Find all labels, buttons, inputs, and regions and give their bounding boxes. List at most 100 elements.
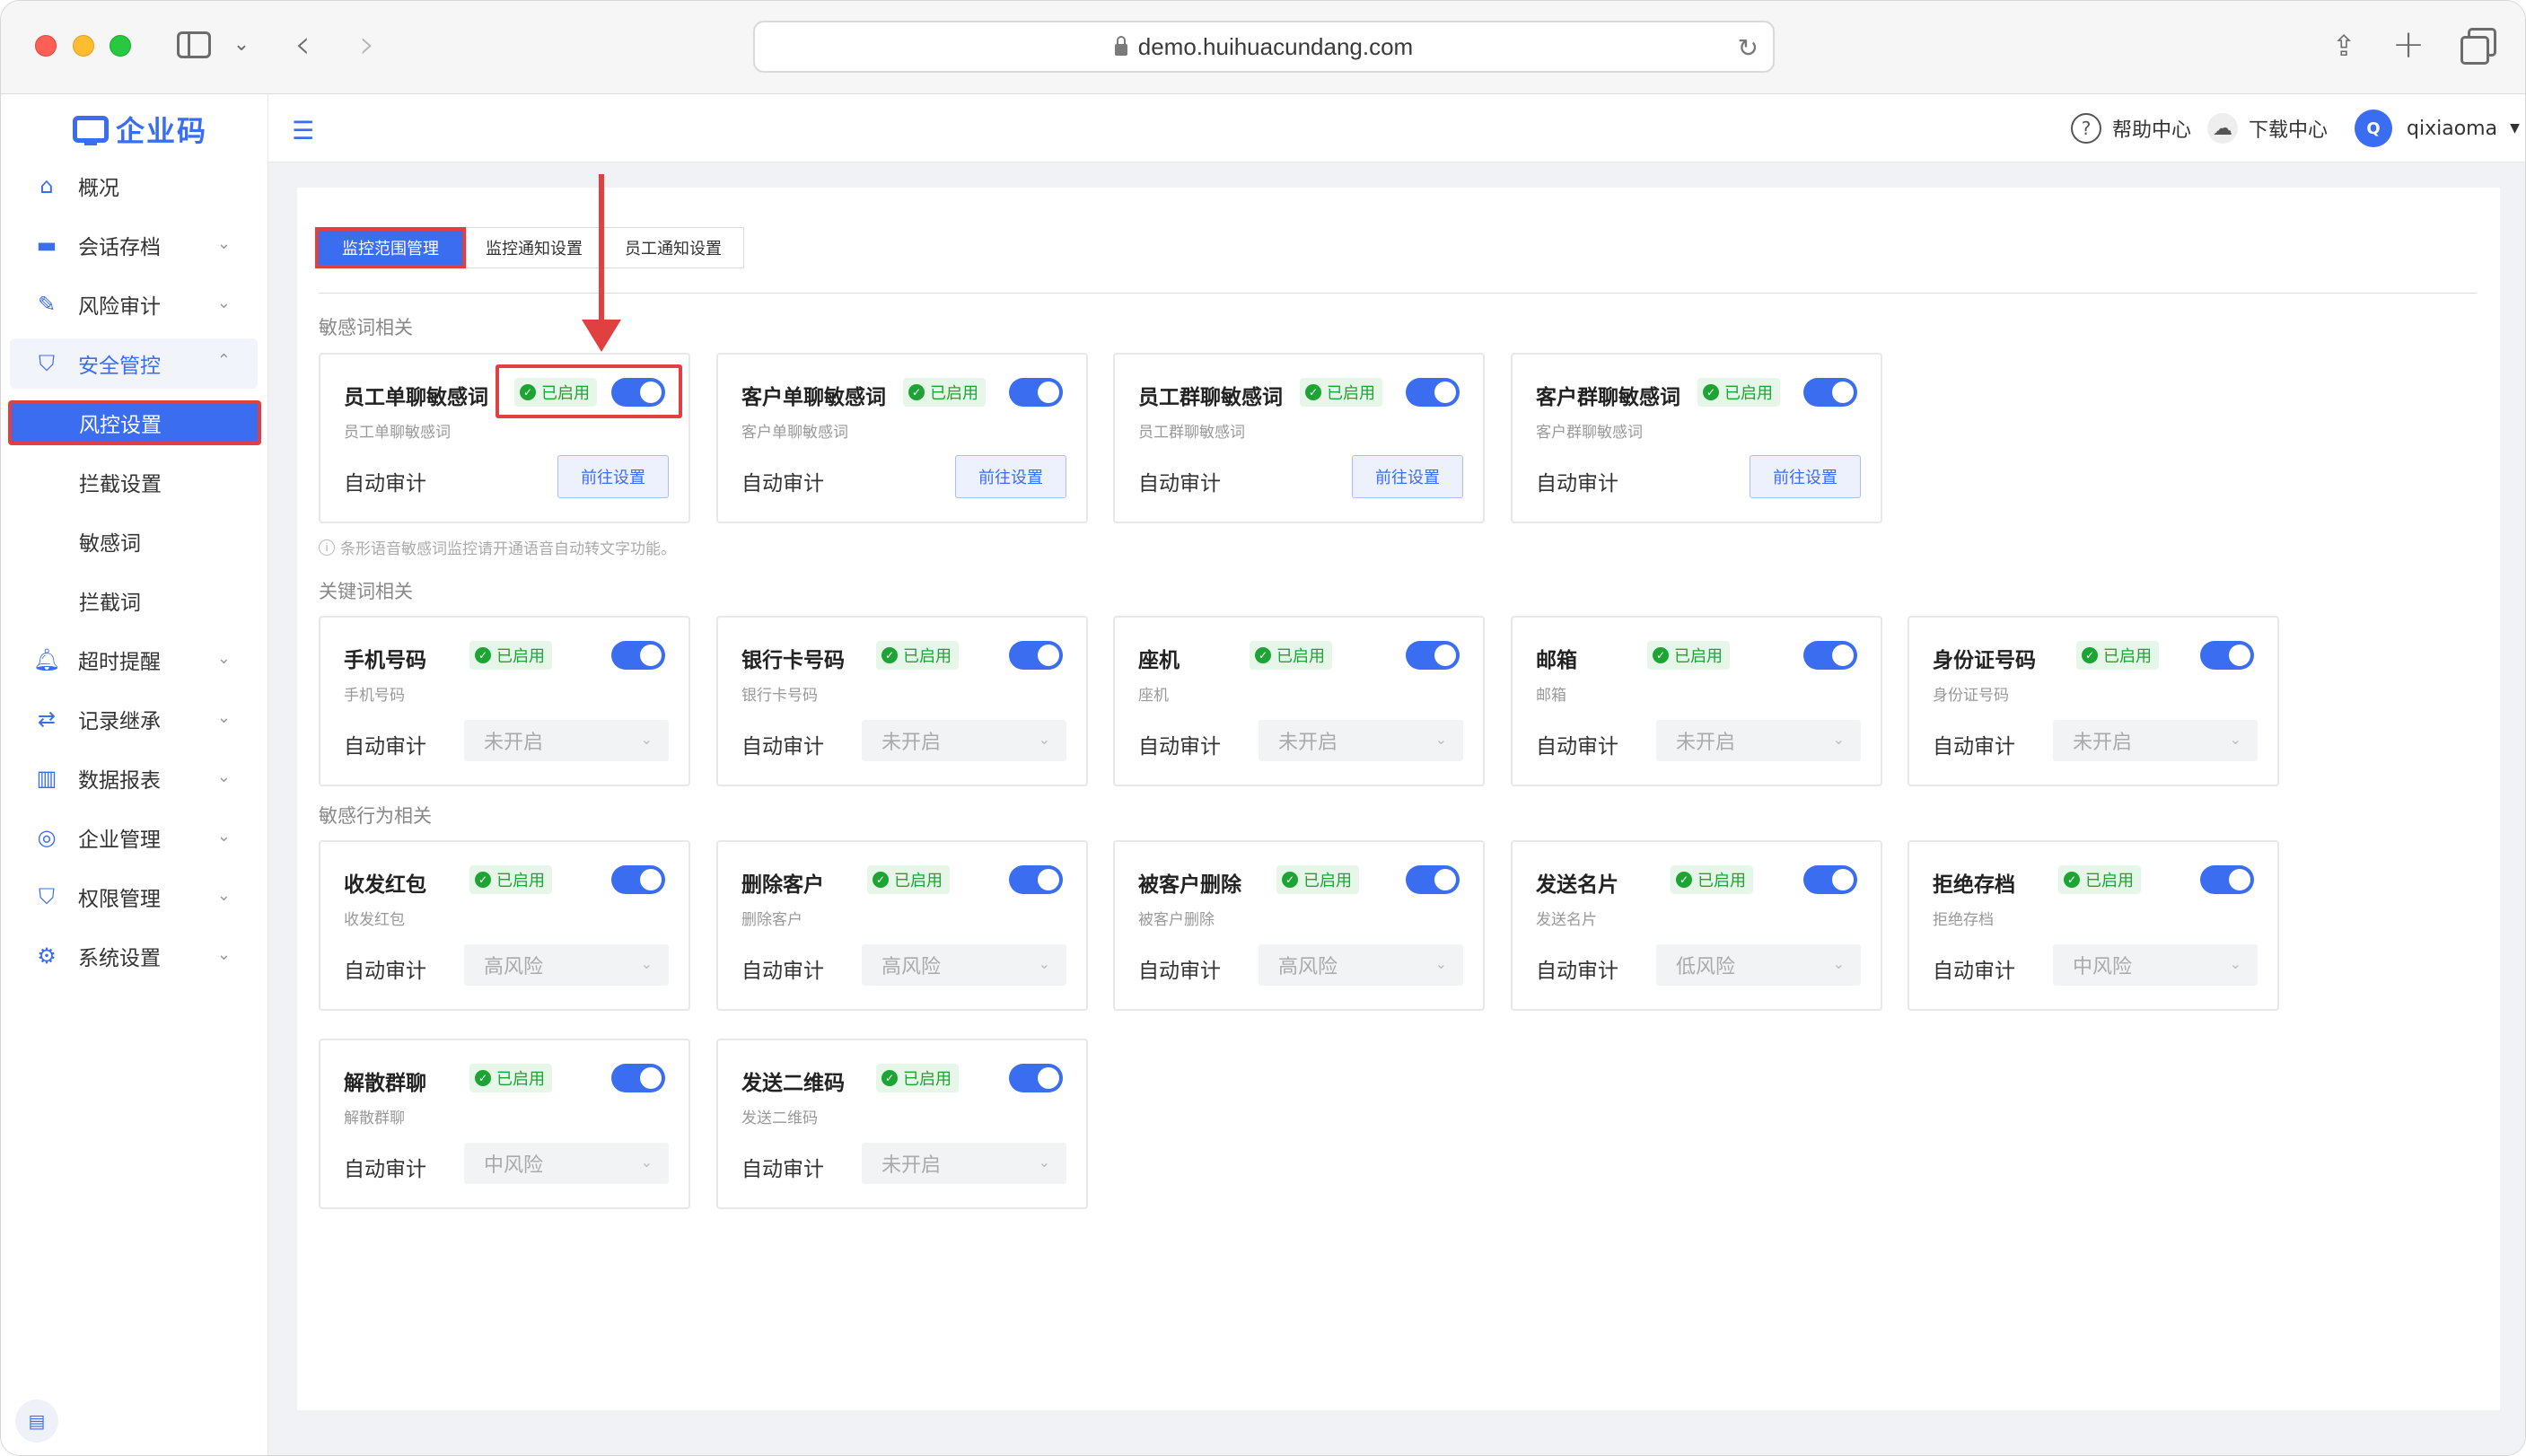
sidebar-item-permissions[interactable]: ⛉ 权限管理 ⌄ xyxy=(10,872,258,922)
rule-card: 收发红包 ✓ 已启用 收发红包 自动审计 高风险 ⌄ xyxy=(319,840,690,1011)
enable-toggle[interactable] xyxy=(1406,378,1460,407)
enable-toggle[interactable] xyxy=(1009,1064,1063,1092)
minimize-window-button[interactable] xyxy=(73,35,94,57)
status-badge-label: 已启用 xyxy=(496,1070,545,1089)
gear-icon: ⚙ xyxy=(37,943,57,969)
card-subtitle: 发送二维码 xyxy=(741,1110,818,1127)
annotation-arrow-head xyxy=(582,320,621,352)
close-window-button[interactable] xyxy=(35,35,57,57)
sidebar-item-data-report[interactable]: ▥ 数据报表 ⌄ xyxy=(10,753,258,803)
audit-level-select[interactable]: 未开启 ⌄ xyxy=(862,1143,1066,1184)
logo-text: 企业码 xyxy=(116,114,208,148)
highlight-box xyxy=(496,364,682,418)
bell-icon: 🔔︎ xyxy=(32,647,61,672)
sidebar-sub-intercept-words[interactable]: 拦截词 xyxy=(10,575,258,626)
goto-settings-button[interactable]: 前往设置 xyxy=(557,455,669,498)
sidebar-sub-intercept-settings[interactable]: 拦截设置 xyxy=(10,457,258,507)
help-center-link[interactable]: ? 帮助中心 xyxy=(2071,110,2191,146)
status-badge: ✓ 已启用 xyxy=(469,1064,552,1092)
enable-toggle[interactable] xyxy=(1009,865,1063,894)
enable-toggle[interactable] xyxy=(611,865,665,894)
enable-toggle[interactable] xyxy=(1406,641,1460,670)
sidebar-item-system-settings[interactable]: ⚙ 系统设置 ⌄ xyxy=(10,931,258,981)
sidebar-item-overview[interactable]: ⌂ 概况 xyxy=(10,161,258,211)
download-center-link[interactable]: ☁ 下载中心 xyxy=(2207,110,2328,146)
select-value: 未开启 xyxy=(1278,732,1338,754)
audit-level-select[interactable]: 未开启 ⌄ xyxy=(1259,720,1463,761)
new-tab-icon[interactable]: + xyxy=(2390,22,2426,67)
card-subtitle: 删除客户 xyxy=(741,911,803,929)
check-icon: ✓ xyxy=(2064,872,2080,888)
enable-toggle[interactable] xyxy=(1803,378,1857,407)
sidebar-item-risk-audit[interactable]: ✎ 风险审计 ⌄ xyxy=(10,279,258,329)
tab-employee-notify[interactable]: 员工通知设置 xyxy=(602,227,744,268)
select-value: 未开启 xyxy=(1676,732,1736,754)
card-subtitle: 员工群聊敏感词 xyxy=(1138,424,1245,442)
browser-toolbar: ⌄ ‹ › demo.huihuacundang.com ↻ ⇪ + xyxy=(1,1,2525,94)
rule-card: 客户单聊敏感词 ✓ 已启用 客户单聊敏感词 自动审计 前往设置 xyxy=(716,353,1088,523)
audit-level-select[interactable]: 低风险 ⌄ xyxy=(1656,944,1861,986)
back-icon[interactable]: ‹ xyxy=(286,22,319,67)
status-badge: ✓ 已启用 xyxy=(1697,378,1780,407)
goto-settings-button[interactable]: 前往设置 xyxy=(1750,455,1861,498)
sidebar-sub-sensitive-words[interactable]: 敏感词 xyxy=(10,516,258,566)
tab-monitor-notify[interactable]: 监控通知设置 xyxy=(466,227,602,268)
chevron-down-icon: ⌄ xyxy=(216,886,231,905)
enable-toggle[interactable] xyxy=(1009,641,1063,670)
enable-toggle[interactable] xyxy=(1406,865,1460,894)
goto-settings-button[interactable]: 前往设置 xyxy=(955,455,1066,498)
audit-level-select[interactable]: 中风险 ⌄ xyxy=(464,1143,669,1184)
app-logo[interactable]: 企业码 xyxy=(73,107,207,152)
reload-icon[interactable]: ↻ xyxy=(1738,33,1759,63)
sidebar-toggle-icon[interactable] xyxy=(177,31,211,58)
select-value: 中风险 xyxy=(484,1154,544,1177)
tab-monitor-scope[interactable]: 监控范围管理 xyxy=(315,227,466,268)
enable-toggle[interactable] xyxy=(611,1064,665,1092)
card-subtitle: 解散群聊 xyxy=(344,1110,405,1127)
document-icon[interactable]: ▤ xyxy=(15,1399,58,1443)
menu-fold-icon[interactable]: ☰ xyxy=(292,116,314,145)
enable-toggle[interactable] xyxy=(2200,641,2254,670)
sidebar-item-record-inherit[interactable]: ⇄ 记录继承 ⌄ xyxy=(10,694,258,744)
auto-audit-label: 自动审计 xyxy=(741,960,824,983)
user-menu[interactable]: Q qixiaoma ▼ xyxy=(2355,110,2520,147)
audit-level-select[interactable]: 未开启 ⌄ xyxy=(464,720,669,761)
maximize-window-button[interactable] xyxy=(110,35,131,57)
sidebar-item-label: 会话存档 xyxy=(78,236,161,259)
audit-level-select[interactable]: 未开启 ⌄ xyxy=(1656,720,1861,761)
card-subtitle: 邮箱 xyxy=(1536,687,1566,705)
chevron-down-icon: ⌄ xyxy=(216,708,231,727)
sidebar-item-security[interactable]: ⛉ 安全管控 ⌃ xyxy=(10,338,258,389)
sidebar-item-enterprise[interactable]: ◎ 企业管理 ⌄ xyxy=(10,812,258,863)
address-bar[interactable]: demo.huihuacundang.com ↻ xyxy=(753,21,1775,73)
audit-level-select[interactable]: 高风险 ⌄ xyxy=(862,944,1066,986)
sidebar-item-label: 企业管理 xyxy=(78,829,161,852)
chevron-down-icon: ⌄ xyxy=(216,294,231,312)
sidebar-item-chat-archive[interactable]: ▬ 会话存档 ⌄ xyxy=(10,220,258,270)
audit-level-select[interactable]: 未开启 ⌄ xyxy=(2053,720,2258,761)
chevron-up-icon: ⌃ xyxy=(216,351,231,370)
chevron-down-icon[interactable]: ⌄ xyxy=(231,33,252,56)
sidebar-item-timeout-reminder[interactable]: 🔔︎ 超时提醒 ⌄ xyxy=(10,635,258,685)
enable-toggle[interactable] xyxy=(1803,865,1857,894)
enable-toggle[interactable] xyxy=(1803,641,1857,670)
app-header: ☰ ? 帮助中心 ☁ 下载中心 Q qixiaoma ▼ xyxy=(268,94,2525,162)
audit-level-select[interactable]: 未开启 ⌄ xyxy=(862,720,1066,761)
card-subtitle: 被客户删除 xyxy=(1138,911,1215,929)
info-icon: i xyxy=(319,539,335,556)
enable-toggle[interactable] xyxy=(2200,865,2254,894)
chevron-down-icon: ⌄ xyxy=(216,649,231,668)
audit-level-select[interactable]: 中风险 ⌄ xyxy=(2053,944,2258,986)
rule-card: 身份证号码 ✓ 已启用 身份证号码 自动审计 未开启 ⌄ xyxy=(1908,616,2279,786)
forward-icon[interactable]: › xyxy=(351,22,383,67)
tab-overview-icon[interactable] xyxy=(2459,28,2496,65)
enable-toggle[interactable] xyxy=(611,641,665,670)
goto-settings-button[interactable]: 前往设置 xyxy=(1352,455,1463,498)
audit-level-select[interactable]: 高风险 ⌄ xyxy=(1259,944,1463,986)
enable-toggle[interactable] xyxy=(1009,378,1063,407)
audit-level-select[interactable]: 高风险 ⌄ xyxy=(464,944,669,986)
share-icon[interactable]: ⇪ xyxy=(2326,26,2362,66)
avatar: Q xyxy=(2355,110,2392,147)
sidebar-sub-risk-settings[interactable]: 风控设置 xyxy=(8,400,261,445)
status-badge: ✓ 已启用 xyxy=(2076,641,2159,670)
